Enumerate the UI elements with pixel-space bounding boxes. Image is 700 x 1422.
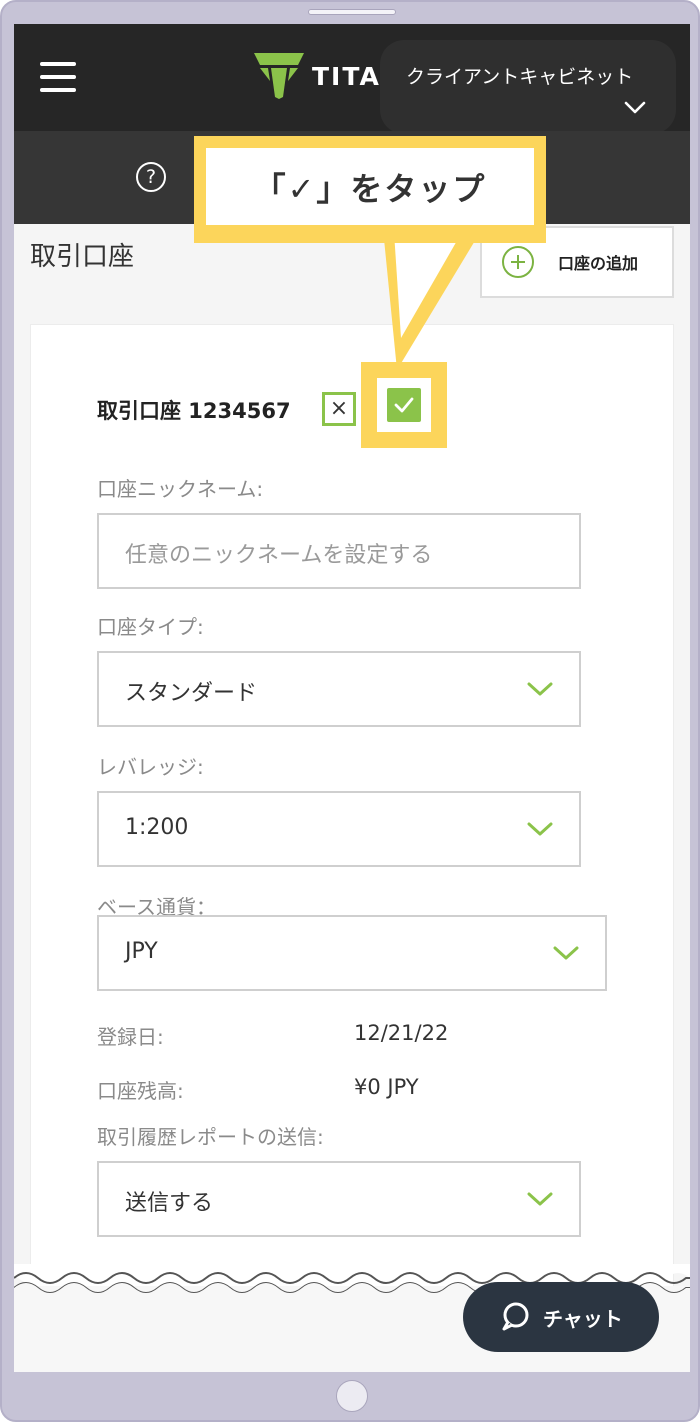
- chevron-down-icon: [527, 1192, 553, 1206]
- content-area: 取引口座 口座の追加 取引口座 1234567 × 口座ニックネーム: 任意のニ…: [14, 224, 690, 1372]
- report-label: 取引履歴レポートの送信:: [97, 1125, 324, 1149]
- nickname-input[interactable]: 任意のニックネームを設定する: [97, 513, 581, 589]
- chevron-down-icon: [553, 946, 579, 960]
- chevron-down-icon: [527, 822, 553, 836]
- account-type-select[interactable]: スタンダード: [97, 651, 581, 727]
- leverage-label: レバレッジ:: [97, 755, 204, 779]
- callout-text: 「✓」をタップ: [253, 169, 487, 208]
- base-currency-select[interactable]: JPY: [97, 915, 607, 991]
- account-card: 取引口座 1234567 × 口座ニックネーム: 任意のニックネームを設定する …: [30, 324, 674, 1372]
- phone-frame: TITA クライアントキャビネット ? 取引口座 口座の追加 取引口座 1234…: [0, 0, 700, 1422]
- report-select[interactable]: 送信する: [97, 1161, 581, 1237]
- instruction-callout: 「✓」をタップ: [194, 136, 546, 243]
- balance-value: ¥0 JPY: [354, 1075, 419, 1099]
- chat-label: チャット: [543, 1306, 623, 1331]
- account-type-value: スタンダード: [125, 681, 258, 706]
- base-currency-value: JPY: [125, 939, 158, 964]
- phone-home-button: [336, 1380, 368, 1412]
- report-value: 送信する: [125, 1191, 214, 1216]
- close-icon: ×: [329, 396, 349, 421]
- balance-label: 口座残高:: [97, 1079, 184, 1103]
- account-heading: 取引口座 1234567: [97, 399, 291, 423]
- save-button-wrapper: [377, 378, 431, 432]
- leverage-value: 1:200: [125, 815, 189, 840]
- nickname-label: 口座ニックネーム:: [97, 477, 264, 501]
- leverage-select[interactable]: 1:200: [97, 791, 581, 867]
- nickname-placeholder: 任意のニックネームを設定する: [125, 543, 433, 568]
- save-checkbox-button[interactable]: [387, 388, 421, 422]
- callout-body: 「✓」をタップ: [206, 148, 534, 225]
- chat-button[interactable]: チャット: [463, 1282, 659, 1352]
- chevron-down-icon: [527, 682, 553, 696]
- registered-date-label: 登録日:: [97, 1025, 164, 1049]
- chat-bubble-icon: [502, 1302, 529, 1331]
- screen: TITA クライアントキャビネット ? 取引口座 口座の追加 取引口座 1234…: [14, 24, 690, 1372]
- account-type-label: 口座タイプ:: [97, 615, 204, 639]
- phone-speaker: [308, 9, 396, 15]
- check-icon: [394, 397, 414, 413]
- registered-date-value: 12/21/22: [354, 1021, 449, 1045]
- cancel-button[interactable]: ×: [322, 392, 356, 426]
